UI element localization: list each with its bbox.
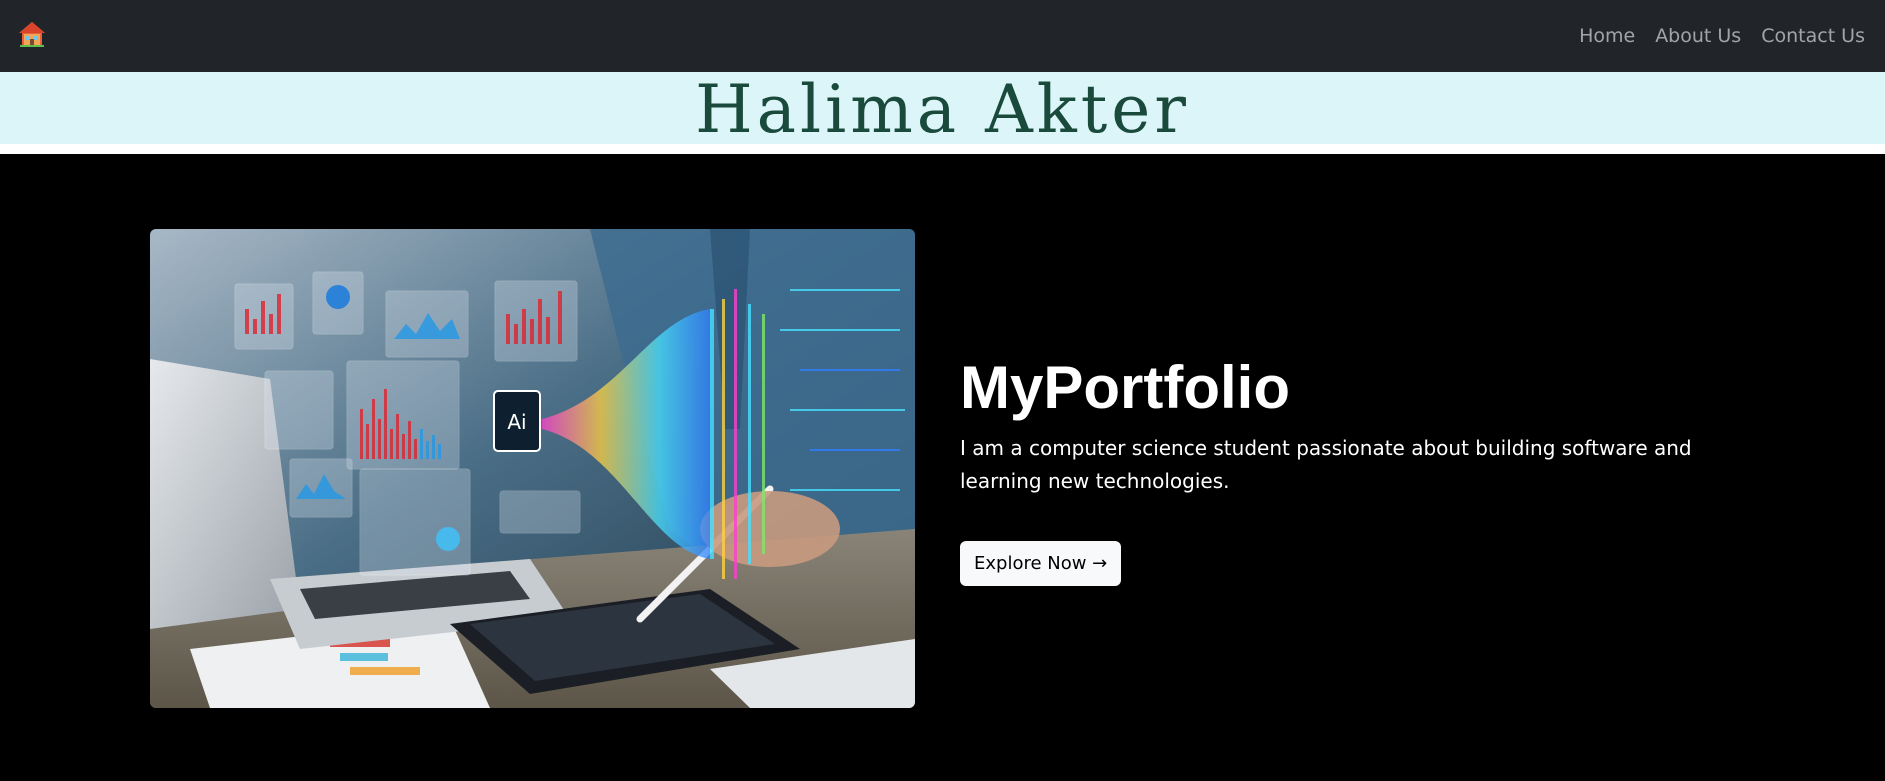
hero-section: Ai MyPortfolio I am a computer science s… [0, 154, 1885, 781]
ai-chip-label: Ai [507, 410, 526, 434]
nav-links: Home About Us Contact Us [1559, 25, 1865, 47]
divider [0, 144, 1885, 154]
nav-link-contact-us[interactable]: Contact Us [1761, 25, 1865, 47]
title-banner: Halima Akter [0, 71, 1885, 148]
nav-link-home[interactable]: Home [1579, 25, 1635, 47]
navbar: Home About Us Contact Us [0, 0, 1885, 72]
hero-content: MyPortfolio I am a computer science stud… [960, 354, 1770, 586]
site-title: Halima Akter [695, 71, 1190, 148]
house-icon[interactable] [18, 20, 46, 52]
brand-link[interactable] [18, 20, 46, 52]
hero-description: I am a computer science student passiona… [960, 436, 1692, 493]
nav-link-about-us[interactable]: About Us [1655, 25, 1741, 47]
hero-title: MyPortfolio [960, 354, 1290, 421]
hero-image: Ai [150, 229, 915, 708]
explore-now-button[interactable]: Explore Now → [960, 541, 1122, 586]
